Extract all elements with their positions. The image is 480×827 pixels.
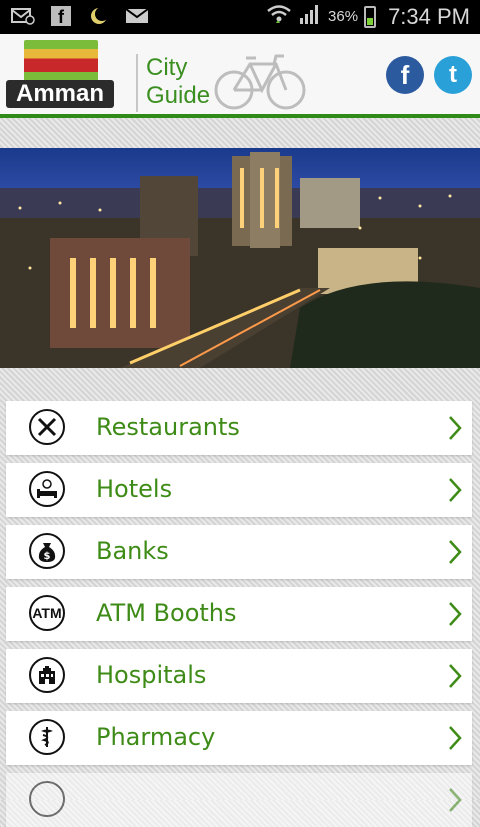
svg-text:$: $: [44, 551, 51, 562]
city-guide-title: City Guide: [146, 54, 210, 110]
status-left-icons: f: [10, 5, 150, 27]
email-with-at-icon: [10, 5, 36, 27]
hospital-icon: [29, 657, 65, 693]
list-item-banks[interactable]: $ Banks: [6, 525, 472, 579]
header-underline: [0, 114, 480, 118]
moon-icon: [86, 5, 112, 27]
battery-icon: [364, 5, 377, 28]
hotel-bed-icon: [29, 471, 65, 507]
chevron-right-icon: [449, 726, 462, 750]
list-item-partial[interactable]: [6, 773, 472, 827]
chevron-right-icon: [449, 478, 462, 502]
signal-icon: [298, 3, 322, 30]
money-bag-icon: $: [29, 533, 65, 569]
twitter-share-button[interactable]: t: [434, 56, 472, 94]
header-divider: [136, 54, 138, 112]
list-item-restaurants[interactable]: Restaurants: [6, 401, 472, 455]
status-bar: f 36% 7:34 PM: [0, 0, 480, 34]
battery-percent: 36%: [328, 8, 359, 25]
wifi-icon: [266, 3, 292, 30]
list-item-hotels[interactable]: Hotels: [6, 463, 472, 517]
list-item-pharmacy[interactable]: Pharmacy: [6, 711, 472, 765]
chevron-right-icon: [449, 416, 462, 440]
clock: 7:34 PM: [388, 3, 470, 29]
list-item-label: Hospitals: [96, 661, 207, 689]
city-guide-line2: Guide: [146, 82, 211, 109]
mail-icon: [124, 5, 150, 27]
app-header: Amman City Guide f t: [0, 34, 480, 114]
list-item-label: Restaurants: [96, 413, 240, 441]
list-item-hospitals[interactable]: Hospitals: [6, 649, 472, 703]
city-guide-line1: City: [146, 54, 188, 81]
list-item-label: ATM Booths: [96, 599, 237, 627]
facebook-share-button[interactable]: f: [386, 56, 424, 94]
partial-item-icon: [29, 781, 65, 817]
amman-logo[interactable]: Amman: [6, 38, 114, 110]
city-night-banner-image: [0, 148, 480, 368]
chevron-right-icon: [449, 602, 462, 626]
list-item-label: Hotels: [96, 475, 173, 503]
chevron-right-icon: [449, 664, 462, 688]
list-item-label: Pharmacy: [96, 723, 216, 751]
fork-knife-icon: [29, 409, 65, 445]
logo-text: Amman: [6, 80, 114, 108]
chevron-right-icon: [449, 788, 462, 812]
list-item-label: Banks: [96, 537, 169, 565]
atm-icon: ATM: [29, 595, 65, 631]
status-right-icons: 36% 7:34 PM: [266, 3, 470, 30]
facebook-icon: f: [48, 5, 74, 27]
list-item-atm-booths[interactable]: ATM ATM Booths: [6, 587, 472, 641]
chevron-right-icon: [449, 540, 462, 564]
bicycle-icon: [214, 54, 306, 110]
pharmacy-caduceus-icon: [29, 719, 65, 755]
